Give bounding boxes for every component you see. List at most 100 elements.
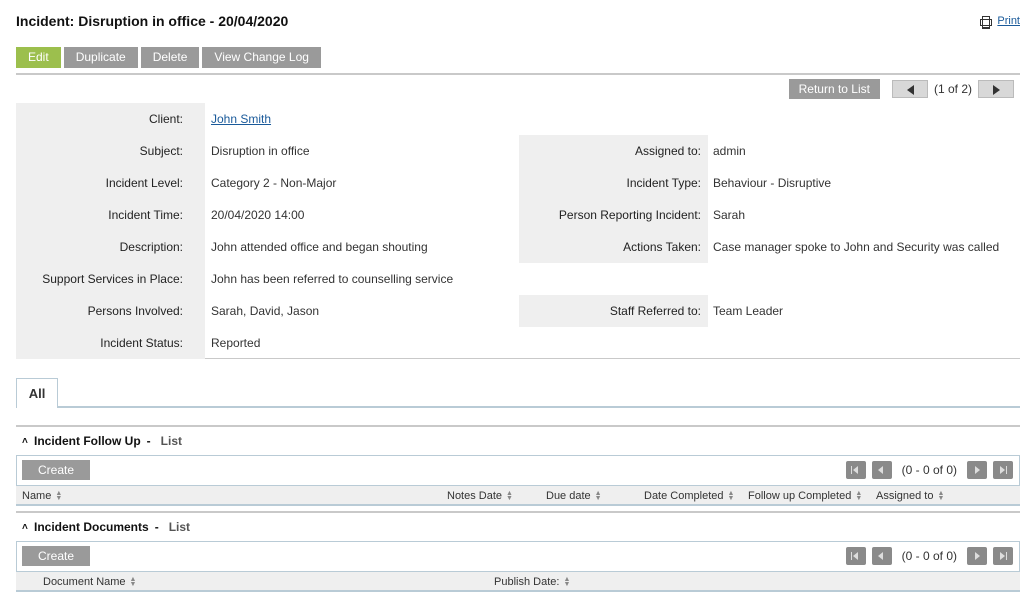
first-page-bar-icon	[850, 466, 852, 474]
subject-value: Disruption in office	[211, 144, 310, 158]
collapse-chevron-icon[interactable]: ˄	[22, 436, 32, 447]
actions-taken-label: Actions Taken:	[623, 240, 701, 254]
previous-page-icon	[877, 466, 883, 474]
last-page-icon	[1000, 466, 1005, 474]
col-document-name[interactable]: Document Name ▲ ▼	[43, 576, 136, 588]
col-due-date[interactable]: Due date ▲ ▼	[546, 490, 602, 502]
previous-record-button[interactable]	[891, 80, 928, 98]
page-title: Incident: Disruption in office - 20/04/2…	[16, 13, 289, 29]
col-follow-up-completed-label: Follow up Completed	[748, 490, 852, 502]
col-document-name-label: Document Name	[43, 576, 126, 588]
last-page-button[interactable]	[993, 461, 1013, 479]
follow-up-column-headers: Name ▲ ▼ Notes Date ▲ ▼ Due date ▲ ▼ Date Comp…	[16, 486, 1020, 506]
return-to-list-button[interactable]: Return to List	[788, 79, 880, 99]
col-assigned-to-label: Assigned to	[876, 490, 934, 502]
sort-icon: ▲ ▼	[727, 490, 735, 502]
first-page-bar-icon	[850, 552, 852, 560]
next-page-button[interactable]	[967, 547, 987, 565]
description-label: Description:	[119, 240, 183, 254]
incident-type-label: Incident Type:	[626, 176, 702, 190]
last-page-bar-icon	[1006, 552, 1007, 560]
documents-pager-text: (0 - 0 of 0)	[901, 549, 957, 563]
previous-page-button[interactable]	[871, 461, 892, 479]
subject-label: Subject:	[139, 144, 183, 158]
next-record-button[interactable]	[978, 80, 1014, 98]
duplicate-button[interactable]: Duplicate	[63, 47, 138, 68]
previous-page-icon	[877, 552, 883, 560]
next-page-icon	[975, 552, 980, 560]
assigned-to-value: admin	[713, 144, 746, 158]
last-page-icon	[1000, 552, 1005, 560]
next-page-button[interactable]	[967, 461, 987, 479]
col-date-completed[interactable]: Date Completed ▲ ▼	[644, 490, 734, 502]
person-reporting-value: Sarah	[713, 208, 746, 222]
col-notes-date[interactable]: Notes Date ▲ ▼	[447, 490, 513, 502]
collapse-chevron-icon[interactable]: ˄	[22, 522, 32, 533]
incident-type-value: Behaviour - Disruptive	[713, 176, 832, 190]
col-assigned-to[interactable]: Assigned to ▲ ▼	[876, 490, 944, 502]
documents-toolbar: Create (0 - 0 of 0)	[16, 541, 1020, 572]
last-page-button[interactable]	[993, 547, 1013, 565]
staff-referred-value: Team Leader	[713, 304, 784, 318]
view-change-log-button[interactable]: View Change Log	[202, 47, 321, 68]
last-page-bar-icon	[1006, 466, 1007, 474]
persons-involved-label: Persons Involved:	[87, 304, 183, 318]
documents-section-title: ˄ Incident Documents - List	[22, 520, 190, 534]
documents-list-label: List	[168, 520, 191, 534]
documents-section-header: ˄ Incident Documents - List	[16, 511, 1020, 539]
support-services-value: John has been referred to counselling se…	[211, 272, 454, 286]
first-page-button[interactable]	[845, 461, 866, 479]
staff-referred-label: Staff Referred to:	[609, 304, 701, 318]
record-navigation: Return to List (1 of 2)	[788, 79, 1014, 99]
previous-page-button[interactable]	[871, 547, 892, 565]
sort-icon: ▲ ▼	[855, 490, 863, 502]
print-link-group[interactable]: Print	[979, 15, 1020, 29]
arrow-right-icon	[993, 85, 1000, 95]
documents-create-button[interactable]: Create	[22, 546, 91, 566]
record-pager-text: (1 of 2)	[933, 82, 972, 96]
sort-icon: ▲ ▼	[129, 576, 137, 588]
print-link[interactable]: Print	[997, 15, 1020, 27]
documents-title: Incident Documents	[34, 520, 149, 534]
col-publish-date[interactable]: Publish Date: ▲ ▼	[494, 576, 570, 588]
sort-icon: ▲ ▼	[563, 576, 571, 588]
incident-status-label: Incident Status:	[100, 336, 183, 350]
sort-icon: ▲ ▼	[55, 490, 63, 502]
col-due-date-label: Due date	[546, 490, 591, 502]
sort-icon: ▲ ▼	[594, 490, 602, 502]
col-publish-date-label: Publish Date:	[494, 576, 560, 588]
tab-all[interactable]: All	[16, 378, 58, 408]
client-label: Client:	[148, 112, 183, 126]
documents-column-headers: Document Name ▲ ▼ Publish Date: ▲ ▼	[16, 572, 1020, 592]
follow-up-toolbar: Create (0 - 0 of 0)	[16, 455, 1020, 486]
client-link[interactable]: John Smith	[211, 112, 271, 126]
edit-button[interactable]: Edit	[16, 47, 61, 68]
col-notes-date-label: Notes Date	[447, 490, 503, 502]
follow-up-title: Incident Follow Up	[34, 434, 141, 448]
col-name[interactable]: Name ▲ ▼	[22, 490, 62, 502]
incident-level-label: Incident Level:	[105, 176, 183, 190]
col-date-completed-label: Date Completed	[644, 490, 724, 502]
incident-time-value: 20/04/2020 14:00	[211, 208, 305, 222]
tab-bar: All	[16, 378, 1020, 408]
follow-up-pager-text: (0 - 0 of 0)	[901, 463, 957, 477]
sort-icon: ▲ ▼	[937, 490, 945, 502]
col-follow-up-completed[interactable]: Follow up Completed ▲ ▼	[748, 490, 862, 502]
incident-level-value: Category 2 - Non-Major	[211, 176, 337, 190]
assigned-to-label: Assigned to:	[634, 144, 701, 158]
follow-up-create-button[interactable]: Create	[22, 460, 91, 480]
follow-up-pager: (0 - 0 of 0)	[845, 461, 1013, 479]
label-column-left	[16, 103, 205, 359]
first-page-button[interactable]	[845, 547, 866, 565]
follow-up-title-separator: -	[146, 434, 151, 448]
printer-icon[interactable]	[979, 15, 993, 29]
actions-taken-value: Case manager spoke to John and Security …	[713, 240, 1000, 254]
delete-button[interactable]: Delete	[140, 47, 200, 68]
person-reporting-label: Person Reporting Incident:	[558, 208, 701, 222]
description-value: John attended office and began shouting	[211, 240, 428, 254]
follow-up-section-title: ˄ Incident Follow Up - List	[22, 434, 182, 448]
incident-details: Client: John Smith Subject: Disruption i…	[16, 103, 1020, 359]
first-page-icon	[852, 466, 858, 474]
sort-icon: ▲ ▼	[506, 490, 513, 502]
follow-up-list-label: List	[160, 434, 183, 448]
